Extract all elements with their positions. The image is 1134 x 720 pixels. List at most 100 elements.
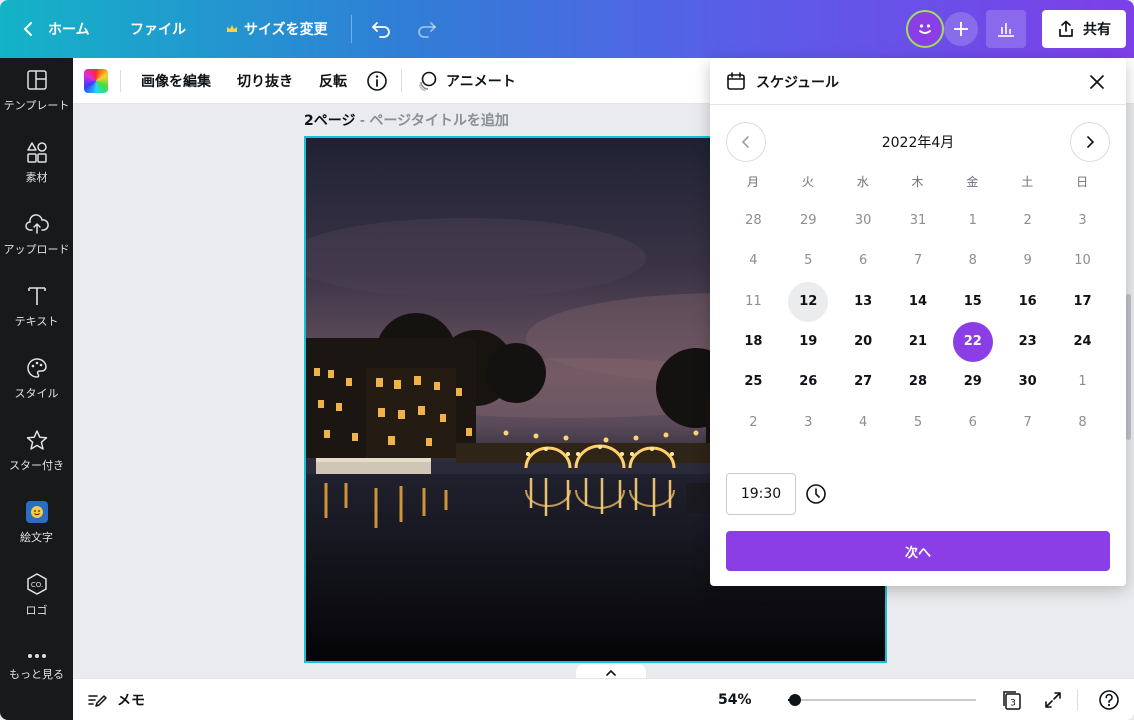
home-button[interactable]: ホーム	[22, 0, 90, 58]
calendar-day-today[interactable]: 12	[788, 281, 829, 322]
page-number-label: 2ページ	[304, 113, 356, 129]
calendar-day[interactable]: 10	[1063, 241, 1103, 281]
crop-label: 切り抜き	[237, 74, 293, 90]
calendar-day-selected[interactable]: 22	[952, 321, 993, 362]
sidebar-item-starred[interactable]: スター付き	[0, 418, 73, 484]
next-month-button[interactable]	[1070, 122, 1110, 162]
calendar-day[interactable]: 5	[788, 241, 828, 281]
calendar-day[interactable]: 31	[898, 201, 938, 241]
weekday-label: 土	[1021, 175, 1034, 189]
flip-button[interactable]: 反転	[319, 58, 347, 104]
page-count: 3	[1010, 699, 1016, 709]
time-picker-button[interactable]	[804, 482, 828, 506]
fullscreen-button[interactable]	[1043, 679, 1063, 720]
page-title-separator: -	[355, 113, 370, 129]
calendar-day[interactable]: 16	[1008, 282, 1048, 322]
calendar-day[interactable]: 3	[1063, 201, 1103, 241]
crop-button[interactable]: 切り抜き	[237, 58, 293, 104]
upload-icon	[24, 214, 49, 234]
share-button[interactable]: 共有	[1042, 10, 1126, 48]
sidebar-item-uploads[interactable]: アップロード	[0, 202, 73, 268]
redo-button[interactable]	[416, 0, 438, 58]
sidebar-item-templates[interactable]: テンプレート	[0, 58, 73, 124]
calendar-day[interactable]: 14	[898, 282, 938, 322]
sidebar-item-styles[interactable]: スタイル	[0, 346, 73, 412]
star-icon	[26, 430, 47, 450]
bar-chart-icon	[998, 23, 1014, 37]
resize-button[interactable]: サイズを変更	[226, 0, 328, 58]
calendar-day[interactable]: 4	[733, 241, 773, 281]
calendar-day[interactable]: 1	[1063, 362, 1103, 402]
calendar-day[interactable]: 27	[843, 362, 883, 402]
zoom-percentage[interactable]: 54%	[718, 679, 752, 720]
calendar-day[interactable]: 24	[1063, 322, 1103, 362]
weekday-label: 月	[746, 175, 759, 189]
calendar-day[interactable]: 3	[788, 403, 828, 443]
calendar-day[interactable]: 4	[843, 403, 883, 443]
calendar-day[interactable]: 1	[953, 201, 993, 241]
user-avatar[interactable]	[906, 10, 944, 48]
home-label: ホーム	[48, 22, 90, 38]
calendar-day[interactable]: 6	[843, 241, 883, 281]
page-title[interactable]: 2ページ - ページタイトルを追加	[304, 110, 509, 130]
sidebar-item-more[interactable]: もっと見る	[0, 634, 73, 700]
next-button[interactable]: 次へ	[726, 531, 1110, 571]
chevron-left-icon	[23, 22, 32, 36]
calendar-day[interactable]: 15	[953, 282, 993, 322]
time-input[interactable]	[726, 473, 796, 515]
add-collaborator-button[interactable]: +	[944, 12, 978, 46]
calendar-day[interactable]: 20	[843, 322, 883, 362]
chevron-right-icon	[1087, 136, 1095, 148]
insights-button[interactable]	[986, 10, 1026, 48]
calendar-day[interactable]: 5	[898, 403, 938, 443]
notes-label: メモ	[117, 693, 145, 709]
top-bar: ホーム ファイル サイズを変更 + 共有	[0, 0, 1134, 58]
sidebar-item-emoji[interactable]: 絵文字	[0, 490, 73, 556]
calendar-day[interactable]: 8	[1063, 403, 1103, 443]
calendar-day[interactable]: 19	[788, 322, 828, 362]
color-picker-button[interactable]	[84, 69, 108, 93]
zoom-slider-thumb[interactable]	[789, 694, 801, 706]
info-button[interactable]	[366, 58, 388, 104]
file-menu-button[interactable]: ファイル	[130, 0, 186, 58]
calendar-day[interactable]: 7	[898, 241, 938, 281]
vertical-scrollbar[interactable]	[1126, 294, 1131, 440]
calendar-day[interactable]: 28	[733, 201, 773, 241]
calendar-day[interactable]: 7	[1008, 403, 1048, 443]
calendar-day[interactable]: 23	[1008, 322, 1048, 362]
sidebar-item-label: スタイル	[14, 387, 59, 400]
page-grid-button[interactable]: 3	[1001, 679, 1023, 720]
calendar-day[interactable]: 26	[788, 362, 828, 402]
plus-icon: +	[951, 16, 971, 42]
calendar-day[interactable]: 29	[788, 201, 828, 241]
calendar-day[interactable]: 13	[843, 282, 883, 322]
calendar-day[interactable]: 18	[733, 322, 773, 362]
calendar-day[interactable]: 11	[733, 282, 773, 322]
calendar-day[interactable]: 25	[733, 362, 773, 402]
calendar-day[interactable]: 2	[733, 403, 773, 443]
calendar-day[interactable]: 6	[953, 403, 993, 443]
notes-button[interactable]: メモ	[87, 679, 145, 720]
edit-image-button[interactable]: 画像を編集	[141, 58, 211, 104]
calendar-day[interactable]: 9	[1008, 241, 1048, 281]
help-button[interactable]	[1098, 679, 1120, 720]
calendar-day[interactable]: 2	[1008, 201, 1048, 241]
calendar-day[interactable]: 30	[1008, 362, 1048, 402]
calendar-day[interactable]: 17	[1063, 282, 1103, 322]
calendar-day[interactable]: 30	[843, 201, 883, 241]
sidebar-item-text[interactable]: テキスト	[0, 274, 73, 340]
left-sidebar: テンプレート 素材 アップロード テキスト スタイル スター付き 絵文字 CO.…	[0, 58, 73, 720]
sidebar-item-elements[interactable]: 素材	[0, 130, 73, 196]
calendar-day[interactable]: 21	[898, 322, 938, 362]
calendar-day[interactable]: 28	[898, 362, 938, 402]
animate-button[interactable]: アニメート	[416, 58, 516, 104]
more-icon	[27, 654, 46, 658]
undo-button[interactable]	[370, 0, 392, 58]
zoom-slider-track[interactable]	[788, 699, 976, 701]
calendar-day[interactable]: 8	[953, 241, 993, 281]
calendar-day[interactable]: 29	[953, 362, 993, 402]
elements-icon	[26, 142, 47, 163]
close-button[interactable]	[1084, 69, 1110, 95]
info-icon	[367, 71, 387, 91]
sidebar-item-logos[interactable]: CO. ロゴ	[0, 562, 73, 628]
